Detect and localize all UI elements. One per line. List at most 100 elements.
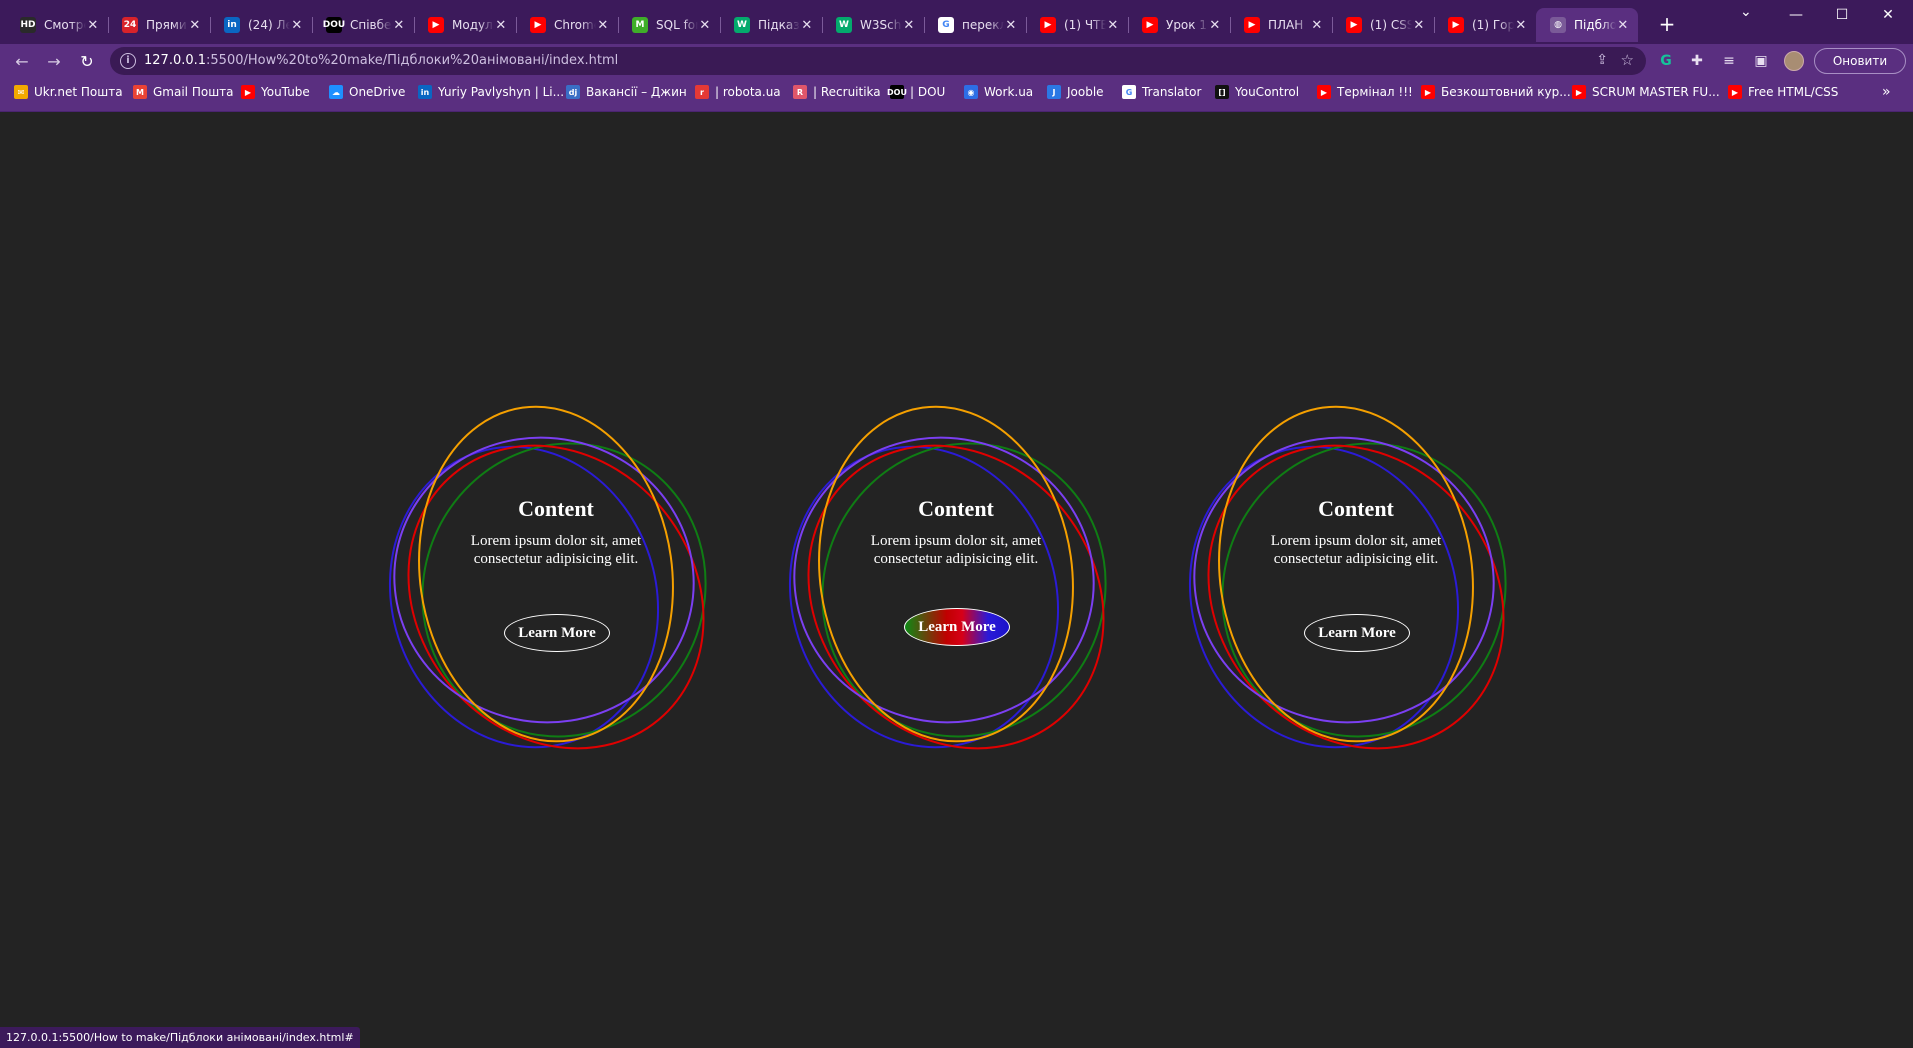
tab-close-icon[interactable]: ✕ — [494, 18, 508, 33]
tab-close-icon[interactable]: ✕ — [596, 18, 610, 33]
tab-search-icon[interactable]: ⌄ — [1740, 4, 1752, 20]
back-icon[interactable]: ← — [10, 49, 34, 73]
bookmark-5[interactable]: in Yuriy Pavlyshyn | Li... — [418, 78, 564, 106]
tab-15[interactable]: ▶ (1) Гор ✕ — [1434, 8, 1536, 42]
learn-more-button[interactable]: Learn More — [1304, 614, 1410, 652]
bookmark-17[interactable]: ▶ Free HTML/CSS — [1728, 78, 1838, 106]
tab-close-icon[interactable]: ✕ — [1310, 18, 1324, 33]
bookmark-3[interactable]: ▶ YouTube — [241, 78, 310, 106]
bookmark-16[interactable]: ▶ SCRUM MASTER FU... — [1572, 78, 1720, 106]
url-text[interactable]: 127.0.0.1:5500/How%20to%20make/Підблоки%… — [144, 53, 618, 68]
reload-icon[interactable]: ↻ — [75, 49, 99, 73]
tab-16[interactable]: ◍ Підблоки✕ — [1536, 8, 1638, 42]
youtube-icon: ▶ — [1448, 17, 1464, 33]
bookmark-label: | Recruitika — [813, 85, 881, 99]
maximize-icon[interactable]: ☐ — [1819, 0, 1865, 30]
address-bar[interactable]: i 127.0.0.1:5500/How%20to%20make/Підблок… — [110, 47, 1646, 75]
youcontrol-icon: [] — [1215, 85, 1229, 99]
forward-icon[interactable]: → — [42, 49, 66, 73]
tab-close-icon[interactable]: ✕ — [86, 18, 100, 33]
ring-2 — [421, 442, 707, 738]
tab-close-icon[interactable]: ✕ — [188, 18, 202, 33]
youtube-icon: ▶ — [241, 85, 255, 99]
bookmark-8[interactable]: R | Recruitika — [793, 78, 881, 106]
bookmark-15[interactable]: ▶ Безкоштовний кур... — [1421, 78, 1571, 106]
tab-9[interactable]: W W3Schools✕ — [822, 8, 924, 42]
recruitika-icon: R — [793, 85, 807, 99]
tab-8[interactable]: W Підказки✕ — [720, 8, 822, 42]
bookmark-14[interactable]: ▶ Термінал !!! — [1317, 78, 1413, 106]
linkedin-icon: in — [224, 17, 240, 33]
more-bookmarks-icon[interactable]: » — [1882, 84, 1891, 100]
bookmark-10[interactable]: ◉ Work.ua — [964, 78, 1033, 106]
bookmark-12[interactable]: G Translator — [1122, 78, 1201, 106]
bookmark-2[interactable]: M Gmail Пошта — [133, 78, 234, 106]
animated-rings — [1188, 405, 1507, 750]
share-icon[interactable]: ⇪ — [1596, 52, 1608, 68]
tab-12[interactable]: ▶ Урок 1 ✕ — [1128, 8, 1230, 42]
bookmark-13[interactable]: [] YouControl — [1215, 78, 1299, 106]
youtube-icon: ▶ — [428, 17, 444, 33]
browser-toolbar: ← → ↻ i 127.0.0.1:5500/How%20to%20make/П… — [0, 44, 1913, 78]
extensions-icon[interactable]: ✚ — [1688, 52, 1706, 70]
tab-title: Прямий — [146, 18, 188, 32]
site-info-icon[interactable]: i — [120, 53, 136, 69]
w-icon: W — [734, 17, 750, 33]
tab-close-icon[interactable]: ✕ — [902, 18, 916, 33]
bookmark-label: Work.ua — [984, 85, 1034, 99]
youtube-icon: ▶ — [1346, 17, 1362, 33]
learn-more-button[interactable]: Learn More — [904, 608, 1010, 646]
close-window-icon[interactable]: ✕ — [1865, 0, 1911, 30]
side-panel-icon[interactable]: ▣ — [1752, 52, 1770, 70]
tab-13[interactable]: ▶ ПЛАН ✕ — [1230, 8, 1332, 42]
minimize-icon[interactable]: — — [1773, 0, 1819, 30]
globe-icon: ◍ — [1550, 17, 1566, 33]
tab-11[interactable]: ▶ (1) ЧТЕНИЕ✕ — [1026, 8, 1128, 42]
tab-5[interactable]: ▶ Модуль✕ — [414, 8, 516, 42]
tab-title: Підказки — [758, 18, 800, 32]
tab-3[interactable]: in (24) Левайн✕ — [210, 8, 312, 42]
bookmark-label: Вакансії – Джин — [586, 85, 687, 99]
youtube-icon: ▶ — [1040, 17, 1056, 33]
update-button[interactable]: Оновити — [1814, 48, 1906, 74]
news-24-icon: 24 — [122, 17, 138, 33]
card-text: Lorem ipsum dolor sit, amet consectetur … — [1270, 533, 1442, 567]
bookmark-9[interactable]: DOU | DOU — [887, 78, 945, 106]
tab-title: (1) Гор — [1472, 18, 1514, 32]
bookmark-7[interactable]: r | robota.ua — [695, 78, 781, 106]
bookmark-4[interactable]: ☁ OneDrive — [329, 78, 405, 106]
tab-close-icon[interactable]: ✕ — [1004, 18, 1018, 33]
new-tab-button[interactable]: + — [1655, 12, 1679, 36]
tab-6[interactable]: ▶ Chrome✕ — [516, 8, 618, 42]
tab-close-icon[interactable]: ✕ — [1514, 18, 1528, 33]
tab-close-icon[interactable]: ✕ — [1106, 18, 1120, 33]
bookmarks-bar: » ✉ Ukr.net Пошта M Gmail Пошта ▶ YouTube ☁ One… — [0, 78, 1913, 112]
tab-close-icon[interactable]: ✕ — [800, 18, 814, 33]
tab-close-icon[interactable]: ✕ — [1616, 18, 1630, 33]
tab-close-icon[interactable]: ✕ — [392, 18, 406, 33]
bookmark-label: YouTube — [261, 85, 310, 99]
ring-2 — [821, 442, 1107, 738]
tab-4[interactable]: DOU Співбесіда✕ — [312, 8, 414, 42]
tab-7[interactable]: M SQL for ✕ — [618, 8, 720, 42]
learn-more-button[interactable]: Learn More — [504, 614, 610, 652]
bookmark-11[interactable]: J Jooble — [1047, 78, 1104, 106]
media-controls-icon[interactable]: ≡ — [1720, 52, 1738, 70]
tab-list: HDСмотреть✕24Прямий✕in(24) Левайн✕DOUСпі… — [6, 8, 1638, 44]
tab-close-icon[interactable]: ✕ — [290, 18, 304, 33]
tab-1[interactable]: HD Смотреть✕ — [6, 8, 108, 42]
tab-title: Підблоки — [1574, 18, 1616, 32]
tab-close-icon[interactable]: ✕ — [698, 18, 712, 33]
bookmark-star-icon[interactable]: ☆ — [1621, 51, 1634, 69]
tab-2[interactable]: 24 Прямий✕ — [108, 8, 210, 42]
profile-avatar[interactable] — [1784, 51, 1804, 71]
tab-close-icon[interactable]: ✕ — [1412, 18, 1426, 33]
bookmark-1[interactable]: ✉ Ukr.net Пошта — [14, 78, 123, 106]
tab-close-icon[interactable]: ✕ — [1208, 18, 1222, 33]
m-icon: M — [632, 17, 648, 33]
tab-14[interactable]: ▶ (1) CSS ✕ — [1332, 8, 1434, 42]
content-card-1: Content Lorem ipsum dolor sit, amet conse… — [376, 402, 736, 782]
tab-10[interactable]: Gпереклад✕ — [924, 8, 1026, 42]
bookmark-6[interactable]: dj Вакансії – Джин — [566, 78, 687, 106]
grammarly-icon[interactable]: G — [1657, 52, 1675, 70]
